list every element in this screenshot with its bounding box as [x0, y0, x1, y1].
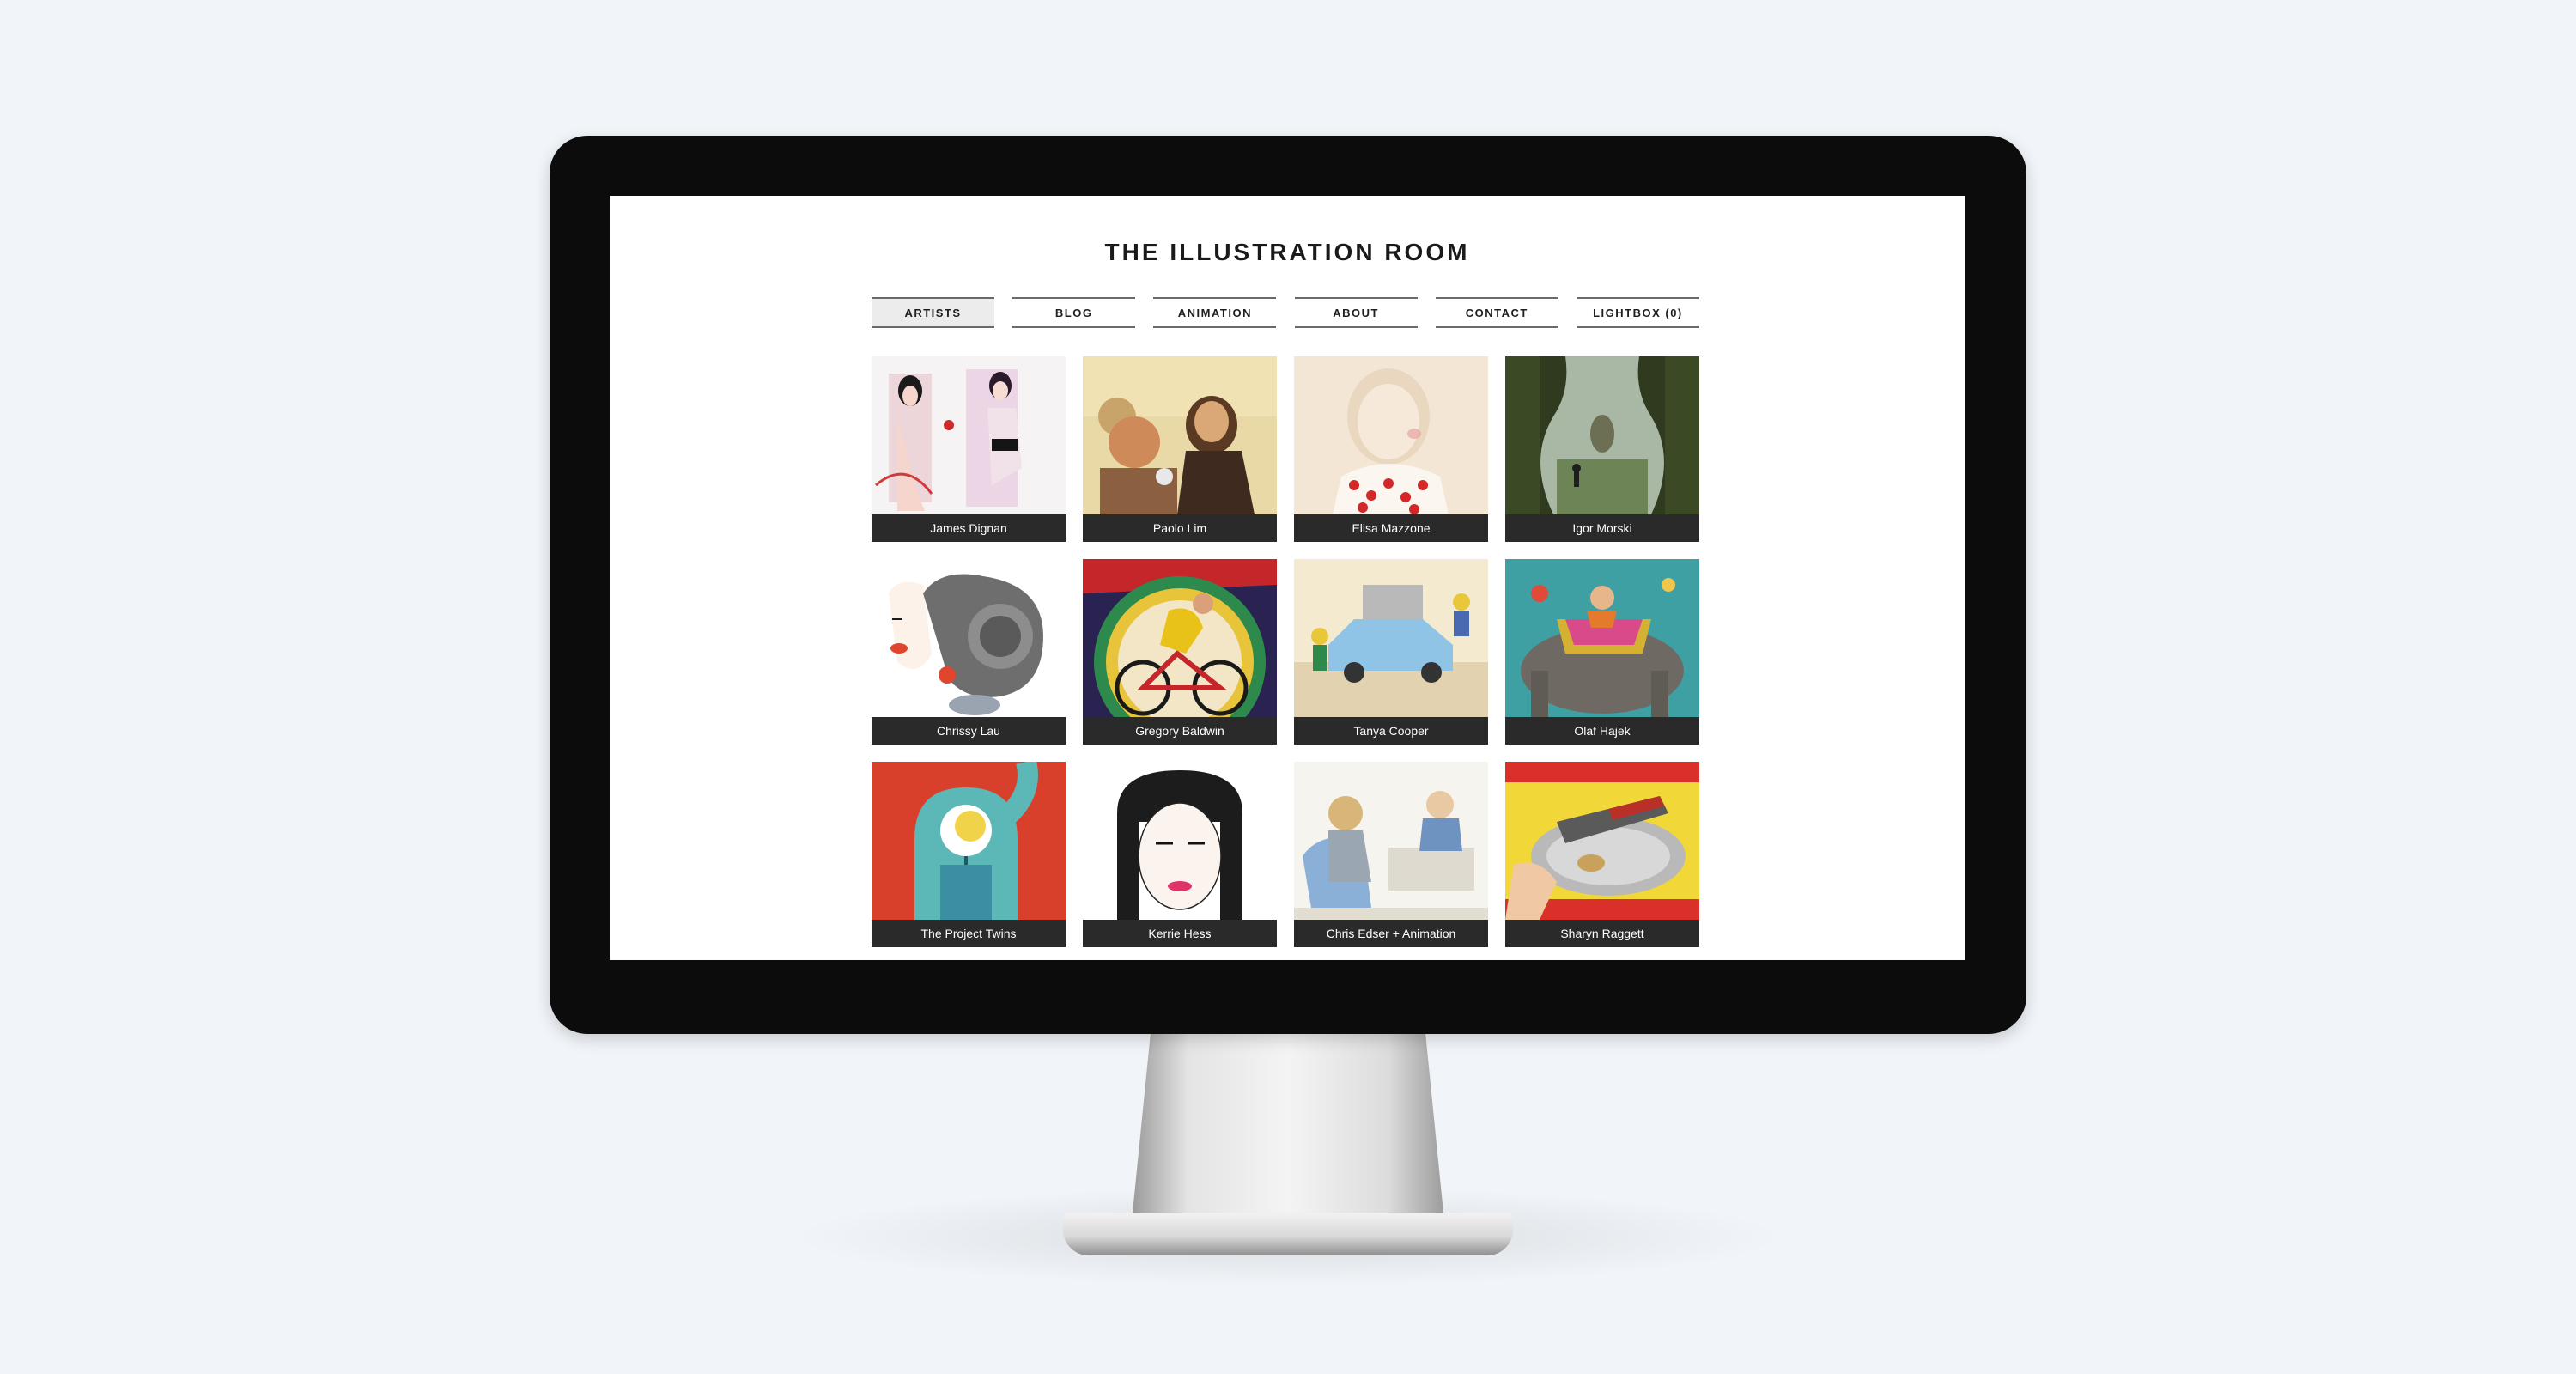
artist-card-tanya-cooper[interactable]: Tanya Cooper [1294, 559, 1488, 745]
artist-thumbnail[interactable] [1083, 356, 1277, 514]
artist-name: James Dignan [872, 514, 1066, 542]
artist-thumbnail[interactable] [1505, 559, 1699, 717]
artist-card-olaf-hajek[interactable]: Olaf Hajek [1505, 559, 1699, 745]
nav-item-artists[interactable]: ARTISTS [872, 297, 994, 328]
artist-name: Olaf Hajek [1505, 717, 1699, 745]
nav-item-blog[interactable]: BLOG [1012, 297, 1136, 328]
monitor-stand-neck [1132, 1034, 1444, 1221]
artist-thumbnail[interactable] [872, 356, 1066, 514]
nav-item-about[interactable]: ABOUT [1294, 297, 1418, 328]
artist-name: Chrissy Lau [872, 717, 1066, 745]
monitor-screen: THE ILLUSTRATION ROOM ARTISTS BLOG ANIMA… [610, 196, 1965, 960]
artist-name: Paolo Lim [1083, 514, 1277, 542]
nav-item-contact[interactable]: CONTACT [1435, 297, 1558, 328]
artist-card-chrissy-lau[interactable]: Chrissy Lau [872, 559, 1066, 745]
artist-card-sharyn-raggett[interactable]: Sharyn Raggett [1505, 762, 1699, 947]
artist-card-kerrie-hess[interactable]: Kerrie Hess [1083, 762, 1277, 947]
monitor-stand-base [1063, 1213, 1513, 1255]
artist-card-elisa-mazzone[interactable]: Elisa Mazzone [1294, 356, 1488, 542]
artist-thumbnail[interactable] [1505, 762, 1699, 920]
artist-name: Igor Morski [1505, 514, 1699, 542]
artist-thumbnail[interactable] [872, 762, 1066, 920]
artist-thumbnail[interactable] [872, 559, 1066, 717]
artist-name: Chris Edser + Animation [1294, 920, 1488, 947]
artist-card-paolo-lim[interactable]: Paolo Lim [1083, 356, 1277, 542]
artist-thumbnail[interactable] [1294, 762, 1488, 920]
artist-name: Sharyn Raggett [1505, 920, 1699, 947]
artist-thumbnail[interactable] [1505, 356, 1699, 514]
artist-grid: James Dignan Paolo Lim Elisa Mazzone Igo… [872, 356, 1701, 947]
artist-thumbnail[interactable] [1083, 762, 1277, 920]
site-title[interactable]: THE ILLUSTRATION ROOM [610, 239, 1965, 266]
monitor-bezel: THE ILLUSTRATION ROOM ARTISTS BLOG ANIMA… [550, 136, 2026, 1034]
artist-name: Tanya Cooper [1294, 717, 1488, 745]
nav-item-lightbox[interactable]: LIGHTBOX (0) [1576, 297, 1699, 328]
artist-card-igor-morski[interactable]: Igor Morski [1505, 356, 1699, 542]
main-nav: ARTISTS BLOG ANIMATION ABOUT CONTACT LIG… [872, 297, 1699, 328]
artist-card-james-dignan[interactable]: James Dignan [872, 356, 1066, 542]
artist-name: The Project Twins [872, 920, 1066, 947]
artist-thumbnail[interactable] [1083, 559, 1277, 717]
artist-thumbnail[interactable] [1294, 559, 1488, 717]
artist-card-gregory-baldwin[interactable]: Gregory Baldwin [1083, 559, 1277, 745]
artist-name: Gregory Baldwin [1083, 717, 1277, 745]
artist-card-the-project-twins[interactable]: The Project Twins [872, 762, 1066, 947]
nav-item-animation[interactable]: ANIMATION [1153, 297, 1277, 328]
artist-name: Kerrie Hess [1083, 920, 1277, 947]
artist-thumbnail[interactable] [1294, 356, 1488, 514]
artist-card-chris-edser-animation[interactable]: Chris Edser + Animation [1294, 762, 1488, 947]
artist-name: Elisa Mazzone [1294, 514, 1488, 542]
